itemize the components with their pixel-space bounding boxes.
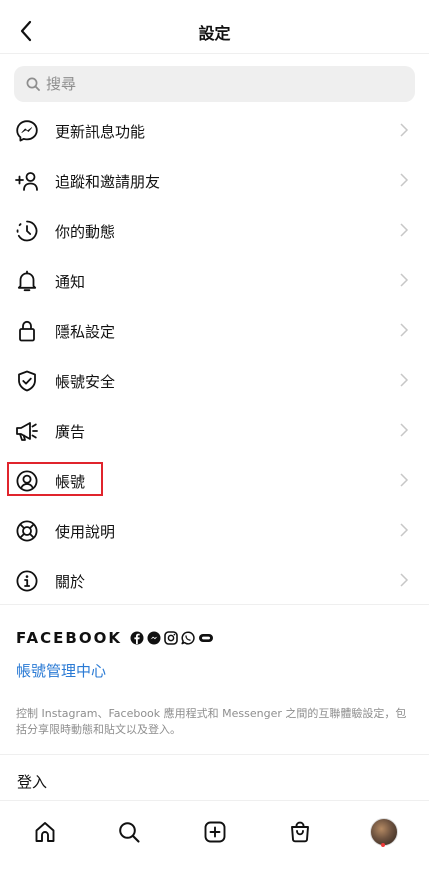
- home-icon: [35, 822, 55, 842]
- facebook-brand: FACEBOOK: [16, 629, 214, 647]
- plus-square-icon: [204, 821, 226, 843]
- bottom-tab-bar: [0, 800, 429, 870]
- chevron-right-icon: [400, 173, 409, 187]
- chevron-right-icon: [400, 473, 409, 487]
- menu-item-notifications[interactable]: 通知: [0, 255, 429, 305]
- shopping-bag-icon: [291, 821, 309, 843]
- chevron-right-icon: [400, 123, 409, 137]
- chevron-right-icon: [400, 523, 409, 537]
- add-person-icon: [14, 168, 40, 194]
- avatar: [370, 818, 398, 846]
- search-icon: [119, 822, 140, 843]
- menu-item-label: 隱私設定: [55, 323, 116, 341]
- messenger-small-icon: [147, 631, 161, 645]
- tab-search[interactable]: [112, 815, 146, 849]
- menu-item-about[interactable]: 關於: [0, 555, 429, 605]
- shield-check-icon: [14, 368, 40, 394]
- menu-item-label: 你的動態: [55, 223, 116, 241]
- menu-item-your-activity[interactable]: 你的動態: [0, 205, 429, 255]
- menu-item-label: 廣告: [55, 423, 86, 441]
- chevron-right-icon: [400, 323, 409, 337]
- chevron-right-icon: [400, 373, 409, 387]
- menu-item-ads[interactable]: 廣告: [0, 405, 429, 455]
- menu-item-label: 使用說明: [55, 523, 116, 541]
- info-icon: [14, 568, 40, 594]
- messenger-icon: [14, 118, 40, 144]
- menu-item-label: 通知: [55, 273, 86, 291]
- activity-icon: [14, 218, 40, 244]
- menu-item-security[interactable]: 帳號安全: [0, 355, 429, 405]
- search-icon: [26, 77, 40, 91]
- menu-item-label: 更新訊息功能: [55, 123, 146, 141]
- lock-icon: [14, 318, 40, 344]
- account-highlight-box: [7, 462, 103, 496]
- tab-home[interactable]: [28, 815, 62, 849]
- chevron-right-icon: [400, 423, 409, 437]
- settings-menu: 更新訊息功能 追蹤和邀請朋友 你的動態 通知 隱私設定 帳號安全 廣告 帳號 使…: [0, 105, 429, 605]
- menu-item-label: 關於: [55, 573, 86, 591]
- menu-item-label: 追蹤和邀請朋友: [55, 173, 161, 191]
- bell-icon: [14, 268, 40, 294]
- notification-dot: [381, 843, 385, 847]
- menu-item-label: 帳號安全: [55, 373, 116, 391]
- menu-item-follow-invite[interactable]: 追蹤和邀請朋友: [0, 155, 429, 205]
- login-button[interactable]: 登入: [17, 771, 47, 792]
- menu-item-update-messaging[interactable]: 更新訊息功能: [0, 105, 429, 155]
- search-bar[interactable]: [14, 66, 415, 102]
- facebook-wordmark: FACEBOOK: [16, 629, 122, 647]
- megaphone-icon: [14, 418, 40, 444]
- chevron-right-icon: [400, 223, 409, 237]
- chevron-right-icon: [400, 273, 409, 287]
- facebook-icon: [130, 631, 144, 645]
- page-title: 設定: [198, 24, 231, 43]
- search-input[interactable]: [46, 75, 386, 93]
- whatsapp-icon: [181, 631, 195, 645]
- portal-icon: [198, 634, 213, 642]
- lifebuoy-icon: [14, 518, 40, 544]
- tab-create[interactable]: [198, 815, 232, 849]
- menu-item-privacy[interactable]: 隱私設定: [0, 305, 429, 355]
- chevron-right-icon: [400, 573, 409, 587]
- header-divider: [0, 53, 429, 54]
- instagram-icon: [164, 631, 178, 645]
- accounts-center-description: 控制 Instagram、Facebook 應用程式和 Messenger 之間…: [16, 707, 407, 736]
- meta-apps-icons: [130, 631, 214, 645]
- section-divider: [0, 604, 429, 605]
- login-divider: [0, 754, 429, 755]
- accounts-center-link[interactable]: 帳號管理中心: [16, 660, 106, 681]
- menu-item-help[interactable]: 使用說明: [0, 505, 429, 555]
- tab-shop[interactable]: [283, 815, 317, 849]
